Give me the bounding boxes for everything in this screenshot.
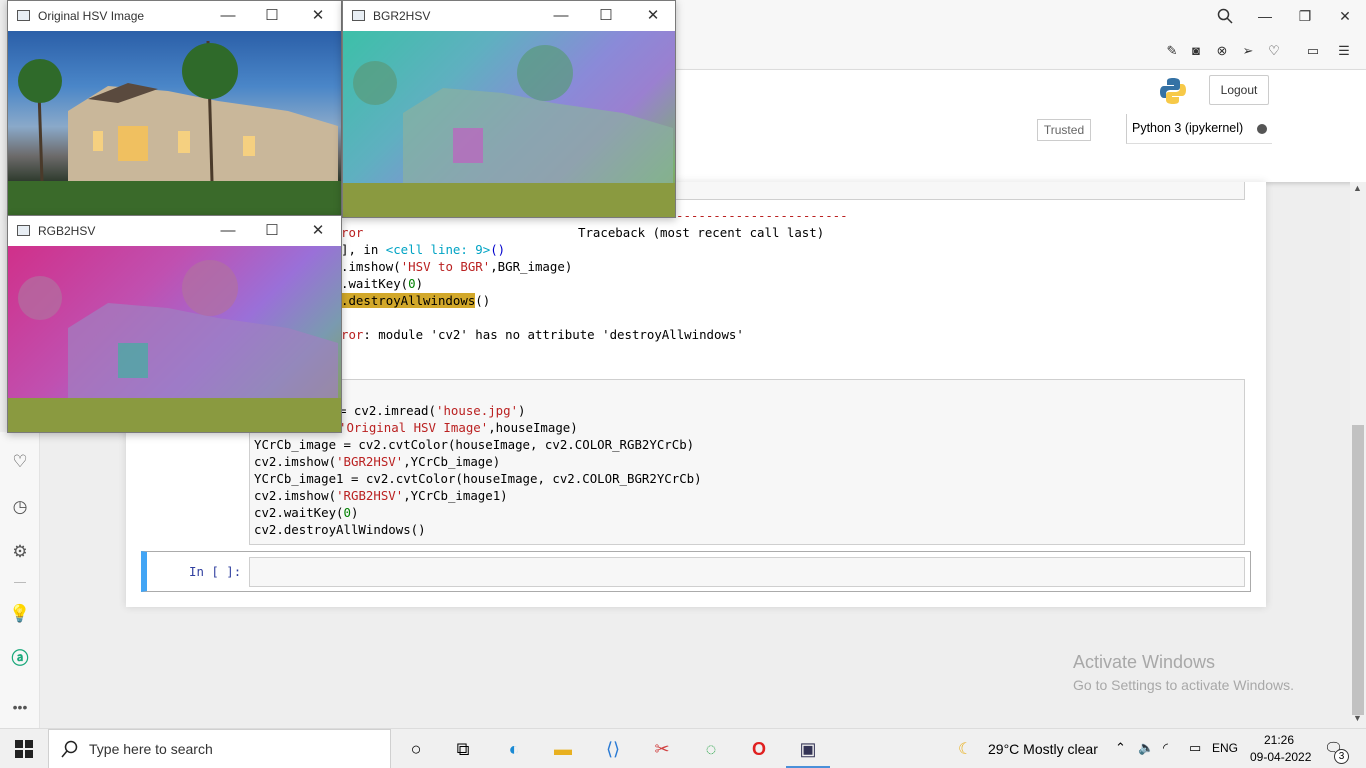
browser-sidebar: ♡ ◷ ⚙ 💡 ⓐ ••• [0,432,40,728]
notification-count: 3 [1334,749,1349,764]
code-line-3: YCrCb_image = cv2.cvtColor(houseImage, c… [254,437,695,452]
code-line-5: YCrCb_image1 = cv2.cvtColor(houseImage, … [254,471,702,486]
app-icon [17,10,30,21]
code-line-4: cv2.imshow('BGR2HSV',YCrCb_image) [254,454,501,469]
cell-input[interactable] [249,557,1245,587]
window-titlebar[interactable]: RGB2HSV — ☐ ✕ [8,216,341,246]
weather-moon-icon: ☾ [958,741,973,758]
code-line-6: cv2.imshow('RGB2HSV',YCrCb_image1) [254,488,508,503]
battery-icon[interactable]: ▭ [1189,740,1201,756]
chevron-up-icon[interactable]: ⌃ [1115,740,1126,756]
empty-cell[interactable]: In [ ]: [141,551,1251,592]
close-icon[interactable]: ✕ [1337,8,1353,24]
code-line-1: = cv2.imread('house.jpg') [339,403,526,418]
sidebar-divider [14,582,26,583]
cell-prompt: In [ ]: [189,564,242,579]
close-icon[interactable]: ✕ [308,221,328,241]
rgb2hsv-image [8,246,341,432]
traceback-line-imshow: .imshow('HSV to BGR',BGR_image) [341,259,573,274]
kernel-indicator[interactable]: Python 3 (ipykernel) [1126,114,1272,144]
app-icon [352,10,365,21]
snipping-tool-icon[interactable]: ✂ [650,737,674,761]
window-rgb2hsv[interactable]: RGB2HSV — ☐ ✕ [7,215,342,433]
heart-icon[interactable]: ♡ [8,450,32,474]
maximize-icon[interactable]: ☐ [596,6,616,26]
close-icon[interactable]: ✕ [643,6,663,26]
minimize-icon[interactable]: — [218,221,238,241]
trusted-indicator[interactable]: Trusted [1037,119,1091,141]
block-icon[interactable]: ⊗ [1214,43,1230,59]
activate-windows-subtitle: Go to Settings to activate Windows. [1073,677,1294,693]
window-titlebar[interactable]: BGR2HSV — ☐ ✕ [343,1,675,31]
weather-text[interactable]: 29°C Mostly clear [988,741,1098,757]
bgr2hsv-image [343,31,675,217]
browser-titlebar: — ❐ ✕ [676,0,1366,32]
code-cell[interactable]: = cv2.imread('house.jpg') 'Original HSV … [249,379,1245,545]
maximize-icon[interactable]: ☐ [262,6,282,26]
cortana-icon[interactable]: ○ [404,737,428,761]
scrollbar-thumb[interactable] [1352,425,1364,715]
search-icon [61,740,79,761]
settings-icon[interactable]: ⚙ [8,540,32,564]
send-icon[interactable]: ➢ [1240,43,1256,59]
browser-toolbar: ✎ ◙ ⊗ ➢ ♡ ▭ ☰ [676,32,1366,70]
more-icon[interactable]: ••• [8,695,32,719]
scroll-up-icon[interactable]: ▲ [1353,183,1362,193]
battery-icon[interactable]: ▭ [1305,43,1321,59]
minimize-icon[interactable]: — [551,6,571,26]
vscode-icon[interactable]: ⟨⟩ [601,737,625,761]
python-logo-icon [1158,76,1188,106]
traceback-location: ], in <cell line: 9>() [341,242,506,257]
aria-icon[interactable]: ⓐ [8,647,32,671]
app-icon [17,225,30,236]
taskbar: Type here to search ○ ⧉ ◐ ▬ ⟨⟩ ✂ ◌ O ▣ ☾… [0,728,1366,768]
code-line-8: cv2.destroyAllWindows() [254,522,426,537]
minimize-icon[interactable]: — [1257,8,1273,24]
wifi-icon[interactable]: ◜ [1163,740,1168,756]
edge-icon[interactable]: ◐ [502,737,526,761]
error-dash-line: ----------------------- [676,208,848,223]
activate-windows-title: Activate Windows [1073,652,1216,672]
python-window-icon[interactable]: ▣ [795,737,821,761]
edit-icon[interactable]: ✎ [1164,43,1180,59]
code-line-2: 'Original HSV Image',houseImage) [339,420,578,435]
house-image [8,31,341,215]
window-original-hsv[interactable]: Original HSV Image — ☐ ✕ [7,0,342,216]
volume-icon[interactable]: 🔈 [1138,740,1154,756]
restore-icon[interactable]: ❐ [1297,8,1313,24]
window-titlebar[interactable]: Original HSV Image — ☐ ✕ [8,1,341,31]
windows-start-icon[interactable] [12,737,36,761]
minimize-icon[interactable]: — [218,6,238,26]
maximize-icon[interactable]: ☐ [262,221,282,241]
clock-date[interactable]: 09-04-2022 [1250,750,1311,764]
error-message: ror: module 'cv2' has no attribute 'dest… [341,327,744,342]
search-placeholder: Type here to search [89,741,213,757]
menu-icon[interactable]: ☰ [1336,43,1352,59]
opera-icon[interactable]: O [747,737,771,761]
taskbar-search[interactable]: Type here to search [48,729,391,768]
lightbulb-icon[interactable]: 💡 [8,602,32,626]
window-title: Original HSV Image [38,9,145,23]
search-icon[interactable] [1217,8,1233,24]
traceback-label: Traceback (most recent call last) [578,225,825,240]
kernel-name: Python 3 (ipykernel) [1132,121,1244,135]
file-explorer-icon[interactable]: ▬ [551,737,575,761]
task-view-icon[interactable]: ⧉ [451,737,475,761]
language-indicator[interactable]: ENG [1212,741,1238,755]
traceback-line-waitkey: .waitKey(0) [341,276,424,291]
heart-icon[interactable]: ♡ [1266,43,1282,59]
window-title: BGR2HSV [373,9,431,23]
logout-button[interactable]: Logout [1209,75,1269,105]
error-name: ror [341,225,364,240]
code-line-7: cv2.waitKey(0) [254,505,359,520]
clock-time[interactable]: 21:26 [1264,733,1294,747]
history-icon[interactable]: ◷ [8,495,32,519]
window-title: RGB2HSV [38,224,96,238]
camera-icon[interactable]: ◙ [1188,43,1204,59]
traceback-line-error: .destroyAllwindows() [341,293,491,308]
window-bgr2hsv[interactable]: BGR2HSV — ☐ ✕ [342,0,676,218]
app-circle-icon[interactable]: ◌ [699,737,723,761]
close-icon[interactable]: ✕ [308,6,328,26]
kernel-status-icon [1257,124,1267,134]
